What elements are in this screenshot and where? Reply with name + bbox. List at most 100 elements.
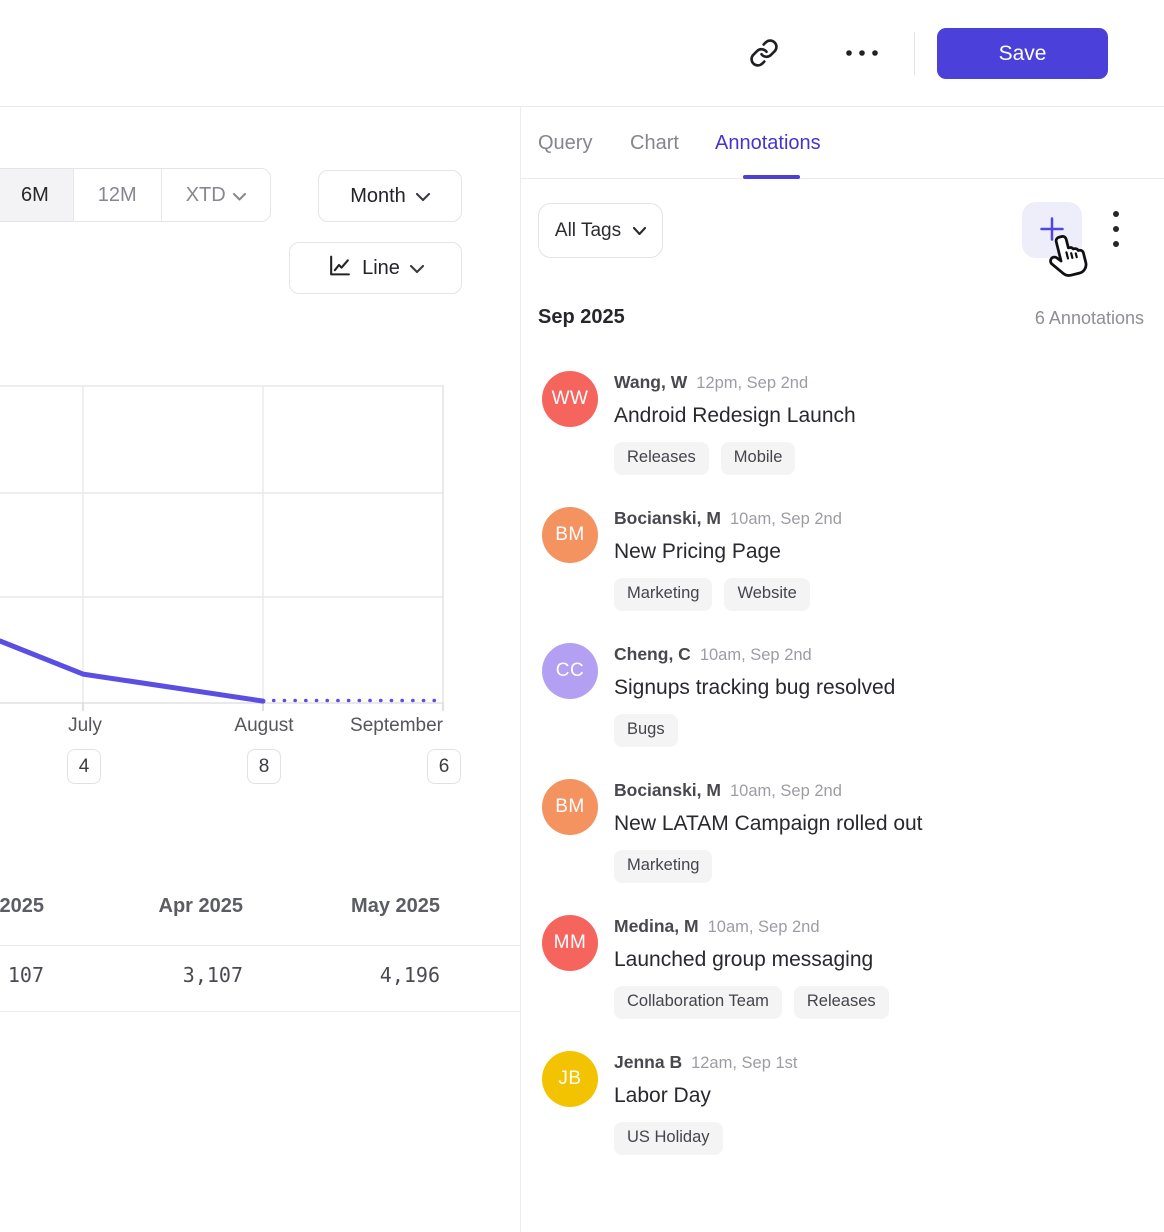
- chart-line-solid: [0, 641, 263, 701]
- date-range-segmented-control: 6M 12M XTD: [0, 168, 271, 222]
- annotation-timestamp: 12pm, Sep 2nd: [696, 374, 808, 393]
- granularity-dropdown[interactable]: Month: [318, 170, 462, 222]
- annotation-title: Signups tracking bug resolved: [614, 670, 895, 705]
- x-axis-label: September: [349, 715, 443, 737]
- add-annotation-button[interactable]: [1022, 202, 1082, 258]
- annotations-section-header: Sep 2025 6 Annotations: [521, 306, 1164, 336]
- annotation-tags: Marketing Website: [614, 578, 842, 611]
- line-chart: [0, 385, 462, 711]
- annotation-tags: Bugs: [614, 714, 895, 747]
- annotation-content: Bocianski, M 10am, Sep 2nd New Pricing P…: [614, 507, 842, 611]
- annotation-timestamp: 12am, Sep 1st: [691, 1054, 797, 1073]
- section-count-label: 6 Annotations: [1035, 308, 1144, 329]
- annotation-meta: Bocianski, M 10am, Sep 2nd: [614, 780, 923, 804]
- table-column-header: May 2025: [236, 895, 440, 945]
- x-axis-label: August: [221, 715, 307, 737]
- tag-pill[interactable]: Releases: [614, 442, 709, 475]
- annotation-meta: Jenna B 12am, Sep 1st: [614, 1052, 797, 1076]
- line-chart-icon: [327, 253, 352, 284]
- annotation-item[interactable]: BM Bocianski, M 10am, Sep 2nd New LATAM …: [542, 779, 1152, 883]
- tab-chart[interactable]: Chart: [630, 107, 679, 179]
- tag-filter-dropdown[interactable]: All Tags: [538, 203, 663, 258]
- save-button[interactable]: Save: [937, 28, 1108, 79]
- avatar: MM: [542, 915, 598, 971]
- annotation-author: Bocianski, M: [614, 508, 721, 529]
- app-window: Save 6M 12M XTD Month: [0, 0, 1164, 1232]
- avatar-initials: JB: [558, 1068, 581, 1090]
- table-cell-value: 4,196: [236, 963, 440, 1003]
- chart-type-dropdown[interactable]: Line: [289, 242, 462, 294]
- table-cell-value: 107: [0, 963, 44, 1003]
- active-tab-underline: [743, 175, 800, 179]
- range-button-12m[interactable]: 12M: [73, 169, 161, 221]
- annotation-tags: Marketing: [614, 850, 923, 883]
- avatar: JB: [542, 1051, 598, 1107]
- tag-pill[interactable]: Marketing: [614, 850, 712, 883]
- annotation-tags: Releases Mobile: [614, 442, 856, 475]
- tag-pill[interactable]: Marketing: [614, 578, 712, 611]
- x-axis-label: July: [42, 715, 128, 737]
- annotation-timestamp: 10am, Sep 2nd: [708, 918, 820, 937]
- annotation-author: Wang, W: [614, 372, 687, 393]
- annotation-content: Bocianski, M 10am, Sep 2nd New LATAM Cam…: [614, 779, 923, 883]
- avatar: BM: [542, 779, 598, 835]
- annotation-content: Cheng, C 10am, Sep 2nd Signups tracking …: [614, 643, 895, 747]
- panel-tabs: Query Chart Annotations: [521, 107, 1164, 179]
- tab-annotations[interactable]: Annotations: [715, 107, 821, 179]
- share-link-button[interactable]: [744, 36, 784, 72]
- annotation-count-badge[interactable]: 6: [427, 749, 461, 784]
- header-divider: [914, 32, 915, 75]
- annotation-content: Wang, W 12pm, Sep 2nd Android Redesign L…: [614, 371, 856, 475]
- ellipsis-icon: [842, 47, 882, 62]
- annotation-title: New Pricing Page: [614, 534, 842, 569]
- link-icon: [749, 38, 779, 71]
- annotation-meta: Bocianski, M 10am, Sep 2nd: [614, 508, 842, 532]
- kebab-icon: [1111, 208, 1121, 253]
- annotation-content: Jenna B 12am, Sep 1st Labor Day US Holid…: [614, 1051, 797, 1155]
- tag-pill[interactable]: Bugs: [614, 714, 678, 747]
- table-column-header: Apr 2025: [39, 895, 243, 945]
- annotation-author: Bocianski, M: [614, 780, 721, 801]
- avatar: WW: [542, 371, 598, 427]
- range-button-xtd[interactable]: XTD: [161, 169, 270, 221]
- annotation-meta: Medina, M 10am, Sep 2nd: [614, 916, 889, 940]
- annotation-item[interactable]: BM Bocianski, M 10am, Sep 2nd New Pricin…: [542, 507, 1152, 611]
- annotation-timestamp: 10am, Sep 2nd: [700, 646, 812, 665]
- annotation-count-badge[interactable]: 4: [67, 749, 101, 784]
- annotation-item[interactable]: MM Medina, M 10am, Sep 2nd Launched grou…: [542, 915, 1152, 1019]
- avatar: CC: [542, 643, 598, 699]
- annotation-timestamp: 10am, Sep 2nd: [730, 510, 842, 529]
- annotation-tags: US Holiday: [614, 1122, 797, 1155]
- annotation-title: Launched group messaging: [614, 942, 889, 977]
- annotation-item[interactable]: JB Jenna B 12am, Sep 1st Labor Day US Ho…: [542, 1051, 1152, 1155]
- tag-pill[interactable]: Website: [724, 578, 809, 611]
- table-column-header: 2025: [0, 895, 44, 945]
- range-button-6m[interactable]: 6M: [0, 169, 73, 221]
- chevron-down-icon: [233, 184, 246, 207]
- avatar-initials: WW: [552, 388, 589, 410]
- more-options-button[interactable]: [838, 38, 886, 70]
- tag-pill[interactable]: Releases: [794, 986, 889, 1019]
- annotations-menu-button[interactable]: [1099, 206, 1133, 254]
- table-divider: [0, 1011, 520, 1012]
- avatar-initials: BM: [555, 524, 585, 546]
- chart-panel: 6M 12M XTD Month Line: [0, 107, 520, 1232]
- annotation-title: Android Redesign Launch: [614, 398, 856, 433]
- annotation-meta: Wang, W 12pm, Sep 2nd: [614, 372, 856, 396]
- top-header: Save: [0, 0, 1164, 107]
- annotation-author: Jenna B: [614, 1052, 682, 1073]
- tag-pill[interactable]: Collaboration Team: [614, 986, 782, 1019]
- table-cell-value: 3,107: [39, 963, 243, 1003]
- tag-pill[interactable]: US Holiday: [614, 1122, 723, 1155]
- chevron-down-icon: [633, 220, 646, 242]
- annotation-title: Labor Day: [614, 1078, 797, 1113]
- annotation-item[interactable]: CC Cheng, C 10am, Sep 2nd Signups tracki…: [542, 643, 1152, 747]
- tag-pill[interactable]: Mobile: [721, 442, 796, 475]
- chevron-down-icon: [410, 257, 424, 280]
- annotation-author: Medina, M: [614, 916, 699, 937]
- tab-query[interactable]: Query: [538, 107, 592, 179]
- annotation-item[interactable]: WW Wang, W 12pm, Sep 2nd Android Redesig…: [542, 371, 1152, 475]
- annotation-count-badge[interactable]: 8: [247, 749, 281, 784]
- annotation-title: New LATAM Campaign rolled out: [614, 806, 923, 841]
- annotation-timestamp: 10am, Sep 2nd: [730, 782, 842, 801]
